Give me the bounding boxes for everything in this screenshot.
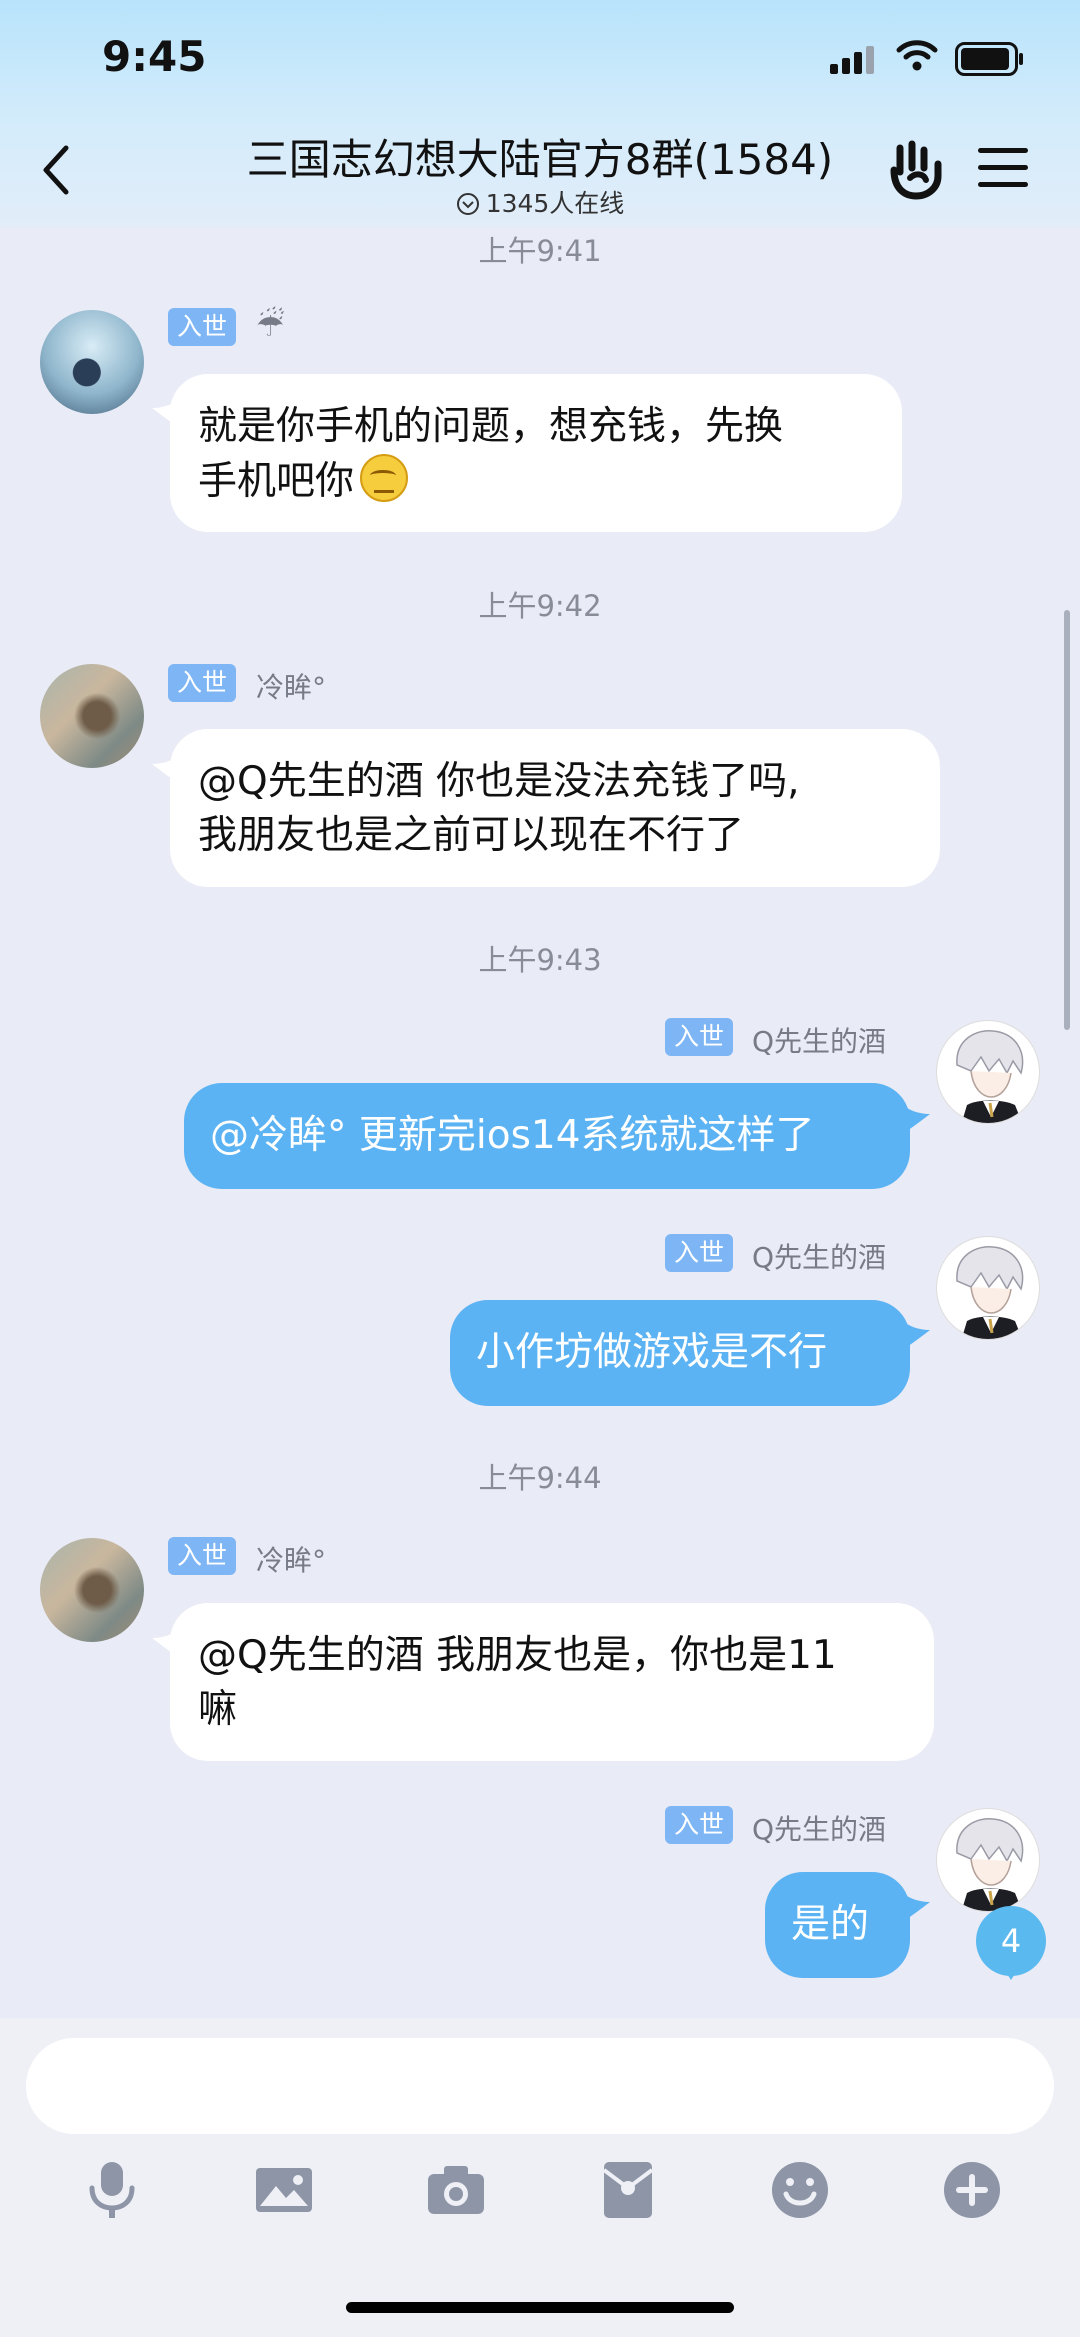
timestamp: 上午9:44: [478, 1461, 602, 1495]
sender-name[interactable]: 冷眸°: [256, 666, 326, 706]
message-text: @冷眸° 更新完ios14系统就这样了: [210, 1113, 815, 1158]
message-text: 是的: [791, 1902, 870, 1947]
unread-badge-tail: [1002, 1966, 1020, 1980]
member-badge: 入世: [168, 664, 237, 702]
message-text-line2: 嘛: [198, 1687, 238, 1732]
anime-avatar-icon: [956, 1030, 1024, 1123]
message-bubble[interactable]: 就是你手机的问题，想充钱，先换 手机吧你: [170, 374, 902, 532]
avatar[interactable]: [40, 1538, 144, 1642]
message-text: 就是你手机的问题，想充钱，先换: [198, 404, 784, 449]
avatar[interactable]: [936, 1236, 1040, 1340]
message-text-line2: 手机吧你: [198, 454, 874, 509]
menu-icon[interactable]: [978, 148, 1028, 188]
member-badge: 入世: [168, 1537, 237, 1575]
message-text: @Q先生的酒 你也是没法充钱了吗,: [198, 759, 800, 804]
online-status: 1345人在线: [180, 184, 900, 220]
sender-name[interactable]: Q先生的酒: [752, 1808, 886, 1848]
anime-avatar-icon: [956, 1818, 1024, 1911]
member-badge: 入世: [665, 1806, 734, 1844]
cellular-signal-icon: [830, 46, 874, 74]
chat-title[interactable]: 三国志幻想大陆官方8群(1584): [180, 126, 900, 187]
message-bubble[interactable]: 小作坊做游戏是不行: [450, 1300, 910, 1406]
red-packet-icon[interactable]: [596, 2158, 660, 2222]
wifi-icon: [896, 40, 938, 71]
message-text: @Q先生的酒 我朋友也是，你也是11: [198, 1633, 837, 1678]
avatar[interactable]: [40, 664, 144, 768]
battery-icon: [955, 42, 1023, 76]
message-bubble[interactable]: @Q先生的酒 我朋友也是，你也是11 嘛: [170, 1603, 934, 1761]
timestamp: 上午9:41: [478, 234, 602, 268]
emoji-icon[interactable]: [768, 2158, 832, 2222]
avatar[interactable]: [936, 1808, 1040, 1912]
bubble-tail: [902, 1892, 930, 1922]
message-bubble[interactable]: @Q先生的酒 你也是没法充钱了吗, 我朋友也是之前可以现在不行了: [170, 729, 940, 887]
camera-icon[interactable]: [424, 2158, 488, 2222]
online-count: 1345人在线: [485, 189, 625, 218]
anime-avatar-icon: [956, 1246, 1024, 1339]
timestamp: 上午9:42: [478, 589, 602, 623]
message-bubble[interactable]: @冷眸° 更新完ios14系统就这样了: [184, 1083, 910, 1189]
member-badge: 入世: [168, 308, 237, 346]
bubble-tail: [902, 1320, 930, 1350]
avatar[interactable]: [936, 1020, 1040, 1124]
mic-icon[interactable]: [80, 2158, 144, 2222]
member-badge: 入世: [665, 1018, 734, 1056]
member-badge: 入世: [665, 1234, 734, 1272]
plus-icon[interactable]: [940, 2158, 1004, 2222]
home-indicator: [346, 2302, 734, 2313]
grinning-emoji-icon: [360, 454, 409, 502]
message-input[interactable]: [26, 2038, 1054, 2134]
sender-name[interactable]: ☔: [256, 306, 285, 344]
status-time: 9:45: [102, 32, 207, 81]
hand-gesture-icon[interactable]: [886, 138, 946, 202]
scrollbar[interactable]: [1064, 610, 1070, 1030]
avatar[interactable]: [40, 310, 144, 414]
message-bubble[interactable]: 是的: [765, 1872, 910, 1978]
bubble-tail: [902, 1104, 930, 1134]
sender-name[interactable]: 冷眸°: [256, 1539, 326, 1579]
sender-name[interactable]: Q先生的酒: [752, 1236, 886, 1276]
message-text: 小作坊做游戏是不行: [476, 1330, 828, 1375]
message-text-line2: 我朋友也是之前可以现在不行了: [198, 813, 745, 858]
timestamp: 上午9:43: [478, 943, 602, 977]
image-icon[interactable]: [252, 2158, 316, 2222]
sender-name[interactable]: Q先生的酒: [752, 1020, 886, 1060]
chevron-down-circle-icon: [456, 193, 479, 215]
back-chevron-icon[interactable]: [36, 140, 76, 200]
